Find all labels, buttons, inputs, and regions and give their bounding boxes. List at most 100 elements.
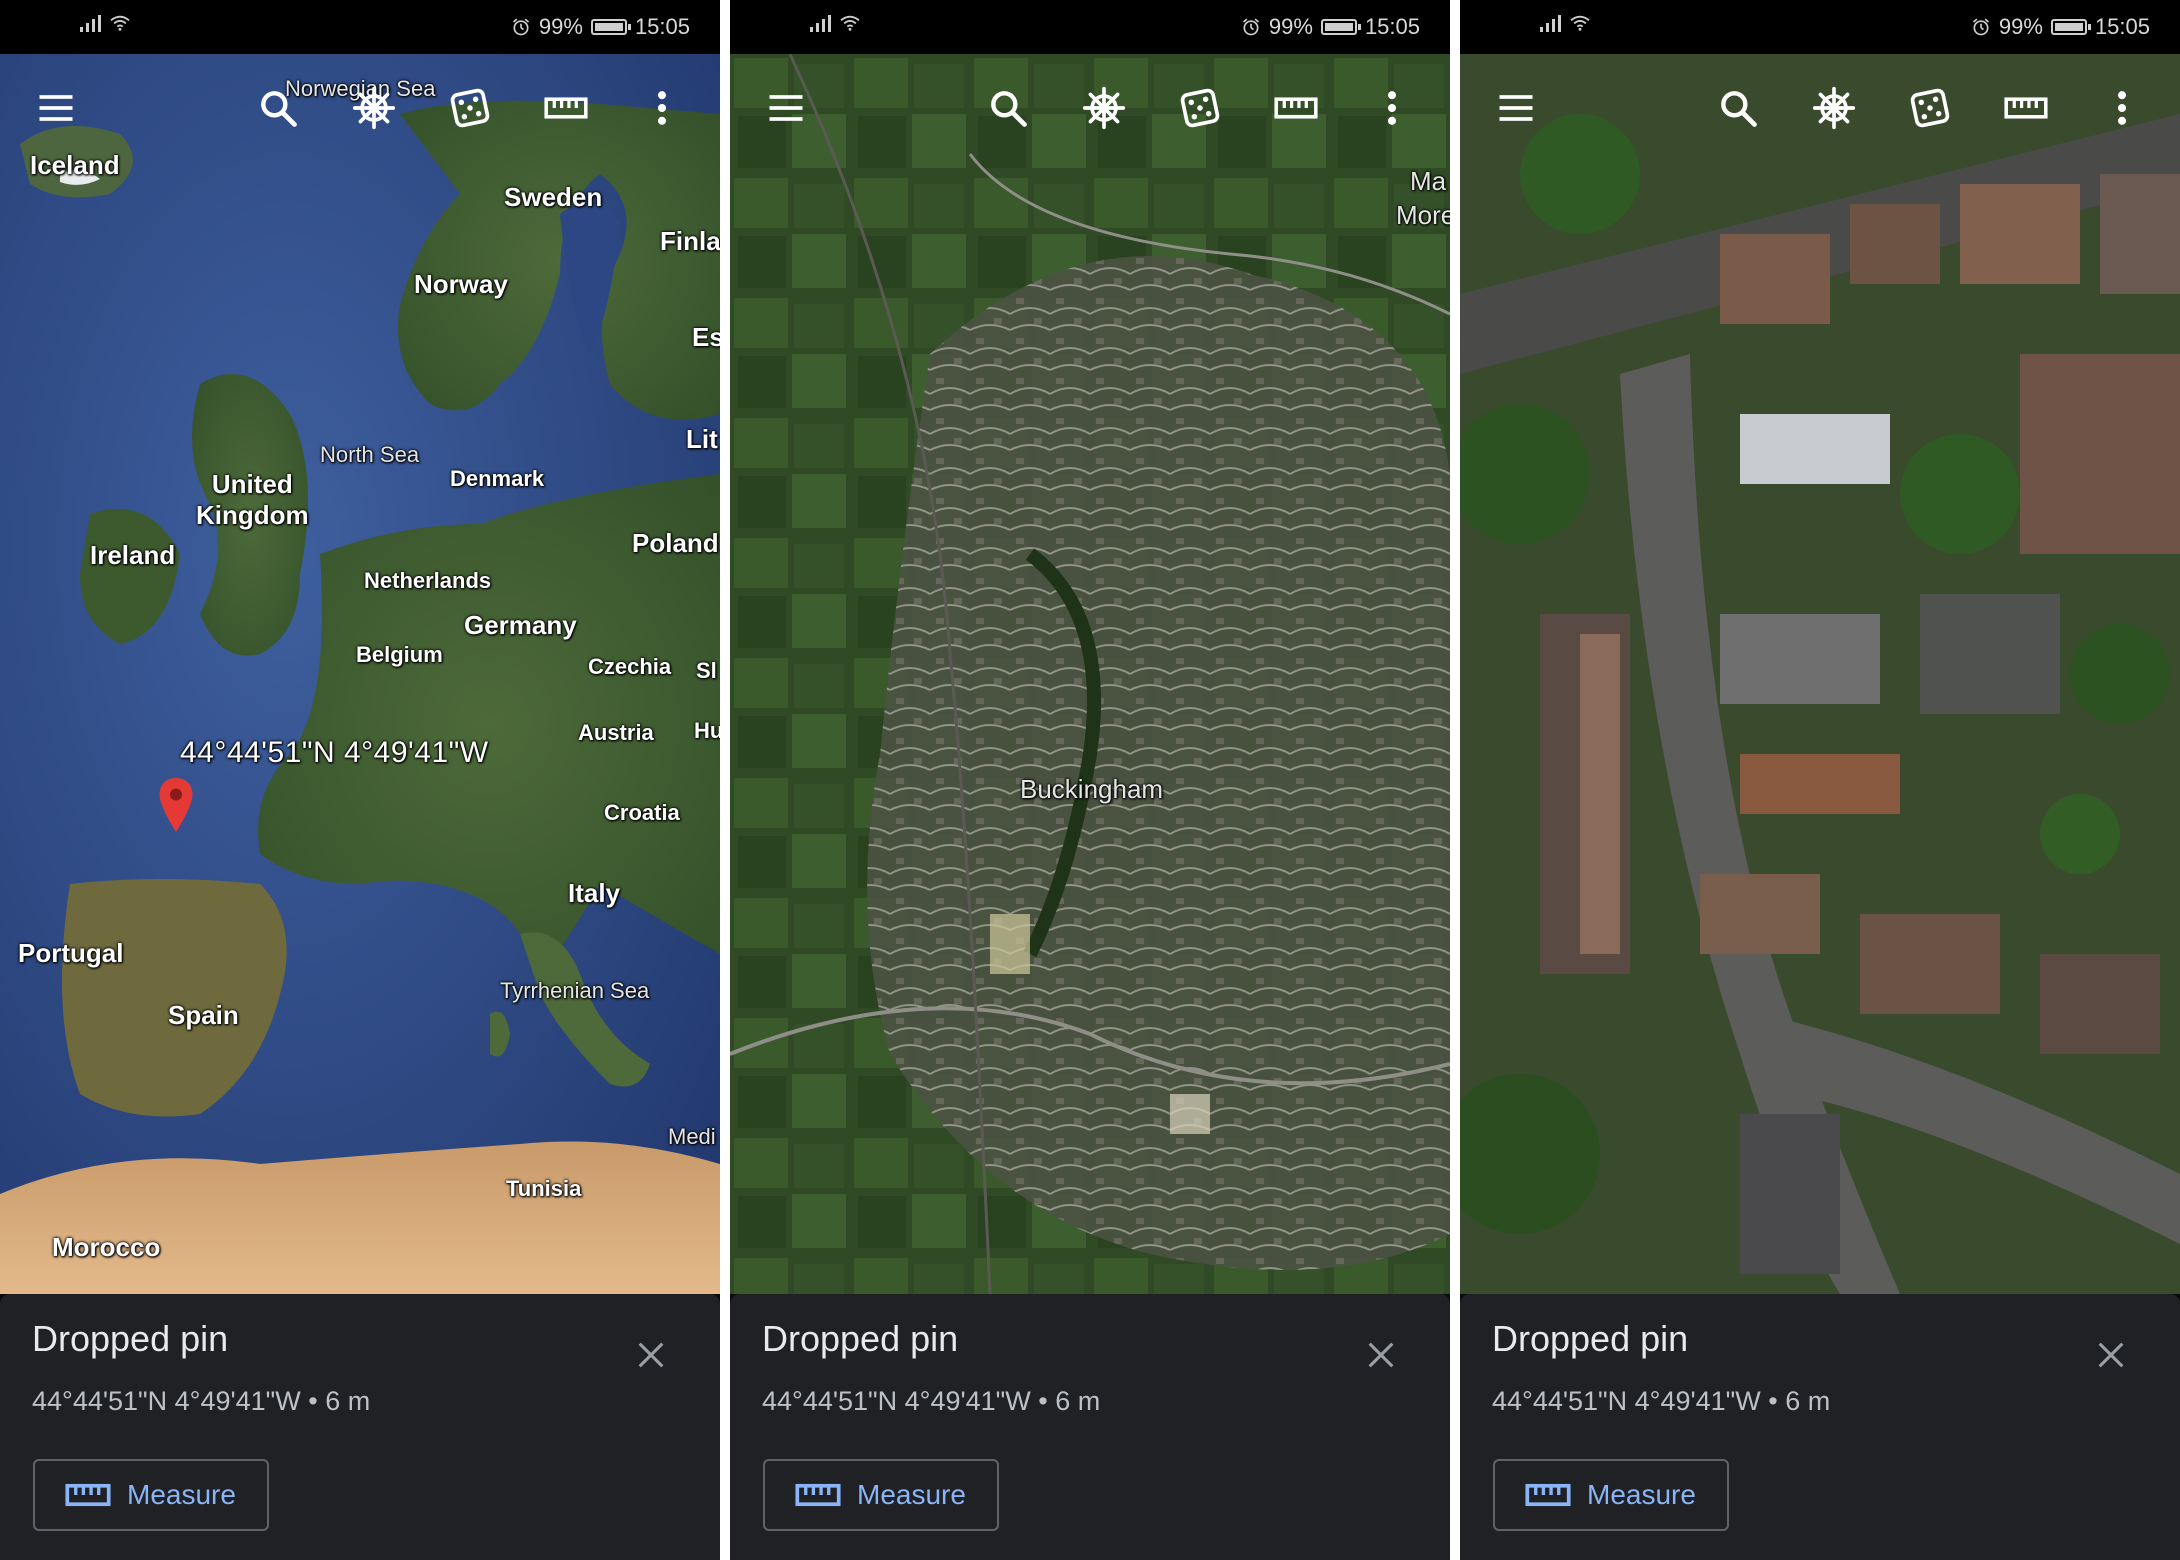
sheet-title: Dropped pin xyxy=(32,1318,229,1359)
feeling-lucky-button[interactable] xyxy=(1902,80,1958,136)
measure-tool-button[interactable] xyxy=(1268,80,1324,136)
dropped-pin-sheet: Dropped pin 44°44'51"N 4°49'41"W • 6 m M… xyxy=(1460,1294,2180,1560)
label-denmark: Denmark xyxy=(450,466,545,491)
menu-button[interactable] xyxy=(758,80,814,136)
status-bar: 99% 15:05 xyxy=(730,0,1450,54)
sheet-coordinates: 44°44'51"N 4°49'41"W • 6 m xyxy=(1492,1386,1831,1416)
more-options-button[interactable] xyxy=(2094,80,2150,136)
label-portugal: Portugal xyxy=(18,938,124,968)
phone-screen-town: 99% 15:05 Buckingham Ma More Dropped pin xyxy=(730,0,1450,1560)
label-maids-moreton-line2: More xyxy=(1396,200,1450,230)
wifi-icon xyxy=(109,14,131,32)
alarm-icon xyxy=(1971,17,1991,37)
label-hungary: Hu xyxy=(694,718,720,743)
status-bar: 99% 15:05 xyxy=(1460,0,2180,54)
menu-icon xyxy=(1494,86,1538,130)
measure-label: Measure xyxy=(857,1479,966,1510)
location-pin-icon[interactable] xyxy=(158,778,194,832)
alarm-icon xyxy=(1241,17,1261,37)
more-options-button[interactable] xyxy=(634,80,690,136)
wifi-icon xyxy=(1569,14,1591,32)
label-maids-moreton-line1: Ma xyxy=(1410,166,1447,196)
measure-ruler-icon xyxy=(544,86,588,130)
close-icon[interactable] xyxy=(1364,1338,1398,1372)
measure-button[interactable]: Measure xyxy=(1493,1459,1729,1531)
battery-icon xyxy=(2050,19,2091,35)
label-united-kingdom: United Kingdom xyxy=(196,469,309,530)
menu-icon xyxy=(34,86,78,130)
feeling-lucky-button[interactable] xyxy=(1172,80,1228,136)
menu-button[interactable] xyxy=(1488,80,1544,136)
label-ireland: Ireland xyxy=(90,540,176,570)
label-buckingham: Buckingham xyxy=(1020,774,1164,804)
label-slovakia: Sl xyxy=(696,658,717,683)
search-button[interactable] xyxy=(980,80,1036,136)
menu-icon xyxy=(764,86,808,130)
map-view[interactable]: Buckingham Ma More xyxy=(730,54,1450,1294)
sheet-coordinates: 44°44'51"N 4°49'41"W • 6 m xyxy=(762,1386,1101,1416)
more-options-button[interactable] xyxy=(1364,80,1420,136)
voyager-button[interactable] xyxy=(1076,80,1132,136)
label-belgium: Belgium xyxy=(356,642,443,667)
search-icon xyxy=(256,86,300,130)
wifi-icon xyxy=(839,14,861,32)
clock: 15:05 xyxy=(2094,14,2150,39)
label-netherlands: Netherlands xyxy=(364,568,492,593)
map-view[interactable] xyxy=(1460,54,2180,1294)
search-icon xyxy=(1716,86,1760,130)
label-czechia: Czechia xyxy=(588,654,672,679)
map-view[interactable]: Iceland Norwegian Sea Sweden Finla Norwa… xyxy=(0,54,720,1294)
voyager-button[interactable] xyxy=(346,80,402,136)
close-icon[interactable] xyxy=(2094,1338,2128,1372)
feeling-lucky-dice-icon xyxy=(448,86,492,130)
label-austria: Austria xyxy=(578,720,654,745)
close-icon[interactable] xyxy=(634,1338,668,1372)
satellite-town xyxy=(730,54,1450,1294)
phone-screen-europe: 99% 15:05 Iceland Norwegian Sea Sweden F… xyxy=(0,0,720,1560)
label-spain: Spain xyxy=(168,1000,239,1030)
battery-icon xyxy=(1320,19,1361,35)
more-vert-icon xyxy=(2100,86,2144,130)
measure-label: Measure xyxy=(1587,1479,1696,1510)
toolbar xyxy=(0,54,720,164)
voyager-button[interactable] xyxy=(1806,80,1862,136)
battery-percent: 99% xyxy=(1268,14,1313,39)
signal-icon xyxy=(1540,14,1561,32)
pin-coordinates-label: 44°44'51"N 4°49'41"W xyxy=(180,736,489,769)
measure-tool-button[interactable] xyxy=(1998,80,2054,136)
more-vert-icon xyxy=(640,86,684,130)
label-norway: Norway xyxy=(414,269,508,299)
dropped-pin-sheet: Dropped pin 44°44'51"N 4°49'41"W • 6 m M… xyxy=(730,1294,1450,1560)
phone-screen-street: 99% 15:05 Dropped pin 44°44'51"N 4°49'41… xyxy=(1460,0,2180,1560)
measure-button[interactable]: Measure xyxy=(33,1459,269,1531)
feeling-lucky-button[interactable] xyxy=(442,80,498,136)
measure-tool-button[interactable] xyxy=(538,80,594,136)
label-lithuania: Lit xyxy=(686,424,718,454)
signal-icon xyxy=(80,14,101,32)
battery-percent: 99% xyxy=(1998,14,2043,39)
voyager-icon xyxy=(1812,86,1856,130)
signal-icon xyxy=(810,14,831,32)
label-poland: Poland xyxy=(632,528,719,558)
sheet-title: Dropped pin xyxy=(762,1318,959,1359)
toolbar xyxy=(730,54,1450,164)
label-sweden: Sweden xyxy=(504,182,603,212)
label-estonia: Es xyxy=(692,322,720,352)
search-button[interactable] xyxy=(250,80,306,136)
label-tyrrhenian-sea: Tyrrhenian Sea xyxy=(500,978,650,1003)
sheet-coordinates: 44°44'51"N 4°49'41"W • 6 m xyxy=(32,1386,371,1416)
measure-button[interactable]: Measure xyxy=(763,1459,999,1531)
label-tunisia: Tunisia xyxy=(506,1176,582,1201)
search-button[interactable] xyxy=(1710,80,1766,136)
label-italy: Italy xyxy=(568,878,621,908)
alarm-icon xyxy=(511,17,531,37)
voyager-icon xyxy=(352,86,396,130)
label-croatia: Croatia xyxy=(604,800,680,825)
voyager-icon xyxy=(1082,86,1126,130)
more-vert-icon xyxy=(1370,86,1414,130)
clock: 15:05 xyxy=(1364,14,1420,39)
clock: 15:05 xyxy=(634,14,690,39)
label-north-sea: North Sea xyxy=(320,442,420,467)
menu-button[interactable] xyxy=(28,80,84,136)
ruler-icon xyxy=(65,1480,111,1510)
